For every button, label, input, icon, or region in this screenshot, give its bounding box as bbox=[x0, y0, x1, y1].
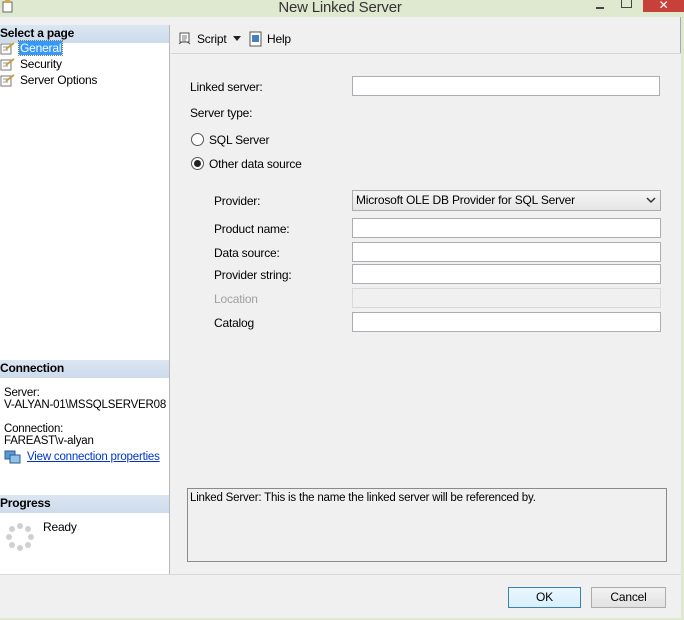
page-item-label: General bbox=[17, 40, 64, 56]
description-box: Linked Server: This is the name the link… bbox=[187, 488, 667, 562]
title-bar: New Linked Server ✕ bbox=[0, 0, 684, 17]
server-label: Server: bbox=[4, 387, 40, 399]
page-icon bbox=[0, 42, 15, 55]
close-button[interactable]: ✕ bbox=[643, 0, 684, 12]
data-source-input[interactable] bbox=[352, 242, 661, 262]
linked-server-input[interactable] bbox=[352, 76, 660, 96]
chevron-down-icon[interactable] bbox=[233, 36, 241, 42]
other-data-source-radio[interactable] bbox=[191, 157, 204, 170]
script-label: Script bbox=[197, 32, 227, 46]
product-name-input[interactable] bbox=[352, 218, 661, 238]
minimize-button[interactable] bbox=[592, 0, 608, 12]
ok-button[interactable]: OK bbox=[508, 587, 581, 608]
provider-select[interactable]: Microsoft OLE DB Provider for SQL Server bbox=[352, 190, 661, 211]
maximize-button[interactable] bbox=[618, 0, 634, 12]
sql-server-label: SQL Server bbox=[209, 133, 270, 147]
linked-server-label: Linked server: bbox=[190, 80, 263, 94]
page-icon bbox=[0, 58, 15, 71]
data-source-label: Data source: bbox=[214, 246, 280, 260]
help-button[interactable]: Help bbox=[248, 31, 298, 49]
page-item-label: Server Options bbox=[20, 73, 98, 87]
script-icon bbox=[178, 32, 191, 45]
view-connection-properties-link[interactable]: View connection properties bbox=[27, 451, 160, 463]
chevron-down-icon bbox=[646, 197, 656, 204]
provider-string-input[interactable] bbox=[352, 264, 661, 284]
provider-string-label: Provider string: bbox=[214, 268, 292, 282]
progress-spinner-icon bbox=[6, 523, 34, 551]
location-label: Location bbox=[214, 292, 258, 306]
help-icon bbox=[249, 31, 262, 47]
catalog-input[interactable] bbox=[352, 312, 661, 332]
provider-value: Microsoft OLE DB Provider for SQL Server bbox=[356, 193, 575, 207]
page-item-label: Security bbox=[20, 57, 62, 71]
server-value: V-ALYAN-01\MSSQLSERVER08R bbox=[4, 399, 166, 411]
page-icon bbox=[0, 74, 15, 87]
progress-header: Progress bbox=[0, 495, 169, 513]
location-input bbox=[352, 288, 661, 308]
dialog-window: Select a page General Security Server Op… bbox=[0, 17, 681, 618]
connection-header: Connection bbox=[0, 360, 169, 378]
dialog-footer: OK Cancel bbox=[0, 574, 681, 618]
connection-label: Connection: bbox=[4, 423, 64, 435]
left-panel: Select a page General Security Server Op… bbox=[0, 25, 170, 574]
cancel-button[interactable]: Cancel bbox=[591, 587, 666, 608]
toolbar: Script Help bbox=[171, 25, 681, 53]
sql-server-radio[interactable] bbox=[191, 133, 204, 146]
other-data-source-label: Other data source bbox=[209, 157, 302, 171]
progress-status: Ready bbox=[43, 520, 77, 534]
help-label: Help bbox=[267, 32, 291, 46]
connection-properties-icon bbox=[4, 450, 21, 464]
general-page: Linked server: Server type: SQL Server O… bbox=[171, 53, 681, 574]
catalog-label: Catalog bbox=[214, 316, 254, 330]
script-button[interactable]: Script bbox=[177, 31, 245, 49]
description-text: Linked Server: This is the name the link… bbox=[190, 492, 536, 504]
connection-value: FAREAST\v-alyan bbox=[4, 435, 94, 447]
server-type-label: Server type: bbox=[190, 106, 253, 120]
provider-label: Provider: bbox=[214, 194, 261, 208]
product-name-label: Product name: bbox=[214, 222, 290, 236]
window-title: New Linked Server bbox=[278, 0, 402, 16]
